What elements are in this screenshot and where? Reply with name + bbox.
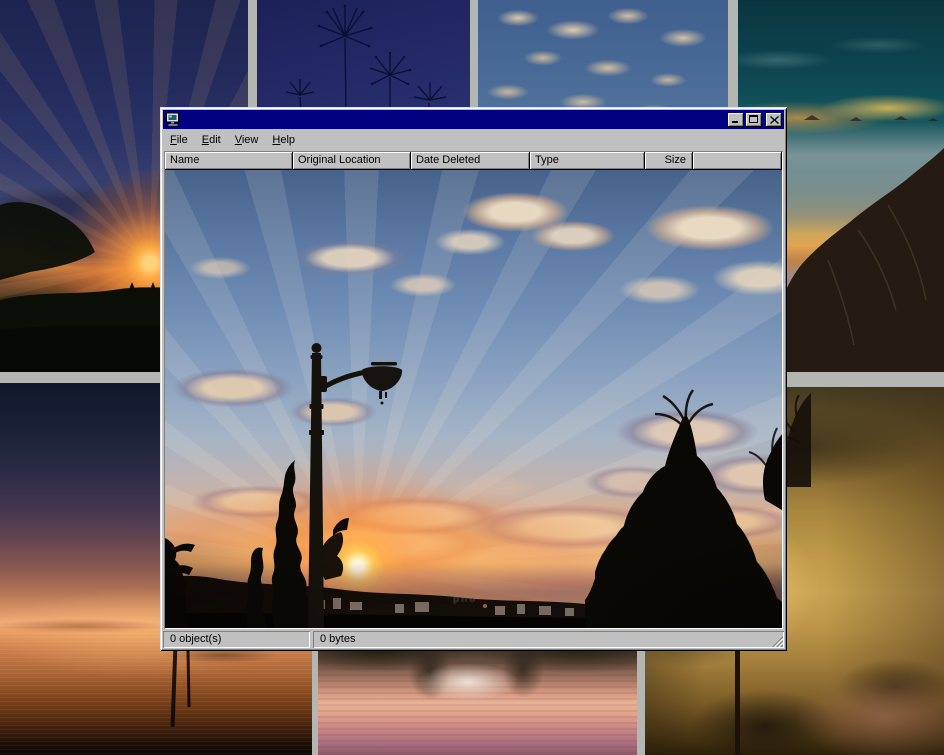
tree-cluster-silhouette: [585, 390, 782, 628]
file-list-area[interactable]: pno: [165, 170, 782, 628]
column-header-original-location[interactable]: Original Location: [293, 152, 411, 170]
menu-bar: FileEditViewHelp: [163, 131, 784, 149]
column-header-date-deleted[interactable]: Date Deleted: [411, 152, 530, 170]
photo-silhouettes: [165, 170, 782, 628]
photo-watermark: pno: [453, 594, 477, 605]
resize-grip[interactable]: [770, 634, 783, 647]
sun-bushes-silhouette: [319, 518, 349, 580]
bokeh-pole: [735, 645, 740, 755]
status-bytes-panel: 0 bytes: [313, 631, 784, 648]
maximize-icon: [749, 115, 759, 124]
menu-help[interactable]: Help: [265, 132, 302, 149]
close-icon: [770, 116, 779, 124]
column-header-name[interactable]: Name: [165, 152, 293, 170]
column-header-type[interactable]: Type: [530, 152, 645, 170]
column-headers: NameOriginal LocationDate DeletedTypeSiz…: [165, 152, 782, 170]
menu-edit[interactable]: Edit: [195, 132, 228, 149]
column-header-size[interactable]: Size: [645, 152, 693, 170]
recycle-bin-window: FileEditViewHelp NameOriginal LocationDa…: [160, 107, 787, 651]
minimize-icon: [731, 115, 741, 124]
status-bar: 0 object(s) 0 bytes: [163, 631, 784, 648]
maximize-button[interactable]: [746, 113, 762, 127]
menu-file[interactable]: File: [163, 132, 195, 149]
status-bytes: 0 bytes: [320, 633, 355, 645]
menu-view[interactable]: View: [228, 132, 266, 149]
close-button[interactable]: [766, 113, 782, 127]
list-view-frame: NameOriginal LocationDate DeletedTypeSiz…: [164, 151, 783, 629]
status-objects: 0 object(s): [163, 631, 310, 648]
desktop-background: { "desktop": { "gap_color": "#b3b6b1", "…: [0, 0, 944, 755]
computer-icon: [165, 112, 181, 127]
minimize-button[interactable]: [728, 113, 744, 127]
window-titlebar[interactable]: [163, 110, 784, 129]
column-header-blank[interactable]: [693, 152, 782, 170]
lamp-post-silhouette: [308, 343, 402, 628]
